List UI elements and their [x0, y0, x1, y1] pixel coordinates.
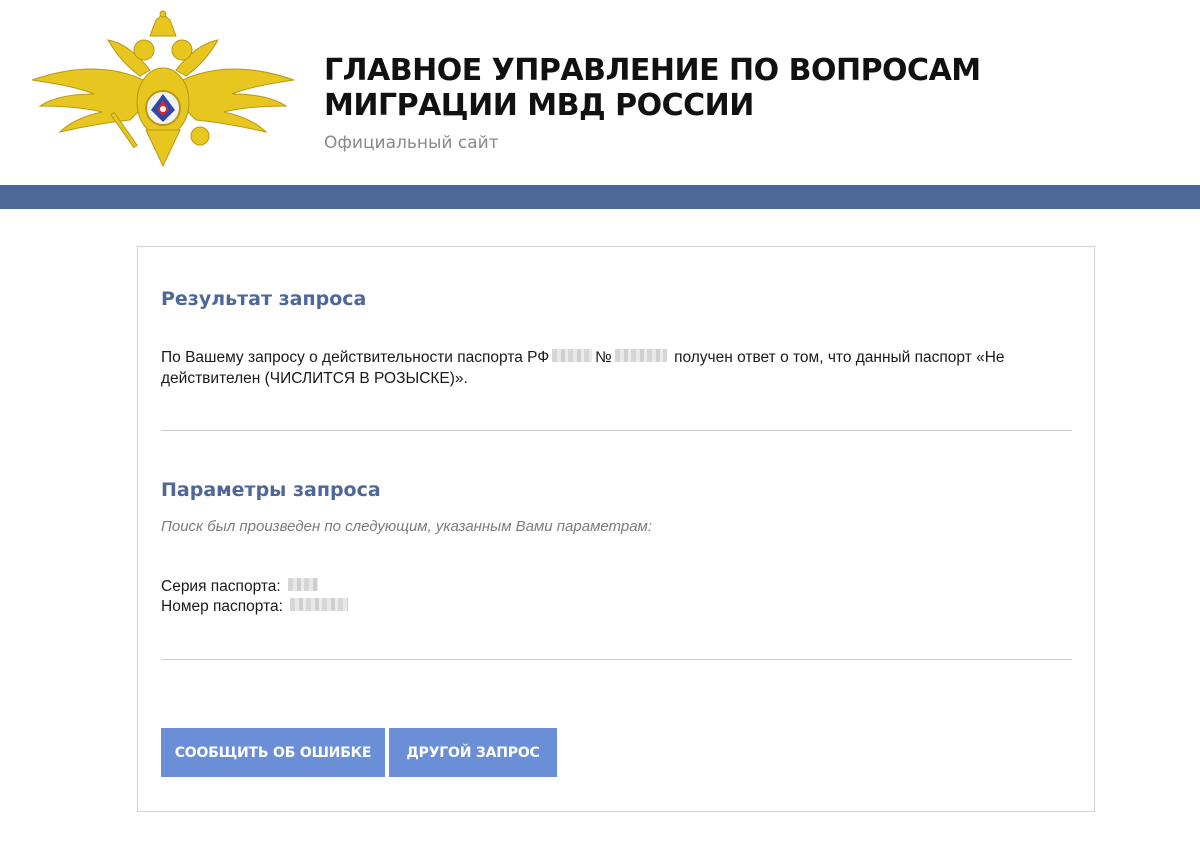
- redacted-passport-series: [552, 349, 593, 363]
- other-request-button[interactable]: ДРУГОЙ ЗАПРОС: [389, 728, 557, 777]
- redacted-passport-number: [614, 349, 667, 363]
- param-series: Серия паспорта:: [161, 578, 321, 596]
- site-header: ГЛАВНОЕ УПРАВЛЕНИЕ ПО ВОПРОСАМ МИГРАЦИИ …: [0, 0, 1200, 185]
- site-title-line-2: МИГРАЦИИ МВД РОССИИ: [324, 88, 754, 123]
- header-band: [0, 185, 1200, 209]
- result-card: Результат запроса По Вашему запросу о де…: [137, 246, 1095, 812]
- number-sign: №: [595, 349, 612, 366]
- result-text: По Вашему запросу о действительности пас…: [161, 347, 1061, 389]
- redacted-number-value: [290, 598, 349, 612]
- param-number: Номер паспорта:: [161, 598, 351, 616]
- params-title: Параметры запроса: [161, 479, 381, 501]
- section-divider: [161, 430, 1072, 431]
- site-title: ГЛАВНОЕ УПРАВЛЕНИЕ ПО ВОПРОСАМ МИГРАЦИИ …: [324, 53, 1124, 123]
- redacted-series-value: [288, 578, 319, 592]
- params-note: Поиск был произведен по следующим, указа…: [161, 518, 652, 535]
- report-error-button[interactable]: СООБЩИТЬ ОБ ОШИБКЕ: [161, 728, 385, 777]
- param-series-label: Серия паспорта:: [161, 578, 281, 595]
- param-number-label: Номер паспорта:: [161, 598, 283, 615]
- double-headed-eagle-emblem-icon: [31, 10, 295, 168]
- site-title-line-1: ГЛАВНОЕ УПРАВЛЕНИЕ ПО ВОПРОСАМ: [324, 53, 981, 88]
- site-subtitle: Официальный сайт: [324, 133, 499, 153]
- result-text-before: По Вашему запросу о действительности пас…: [161, 349, 550, 366]
- result-title: Результат запроса: [161, 288, 367, 310]
- section-divider: [161, 659, 1072, 660]
